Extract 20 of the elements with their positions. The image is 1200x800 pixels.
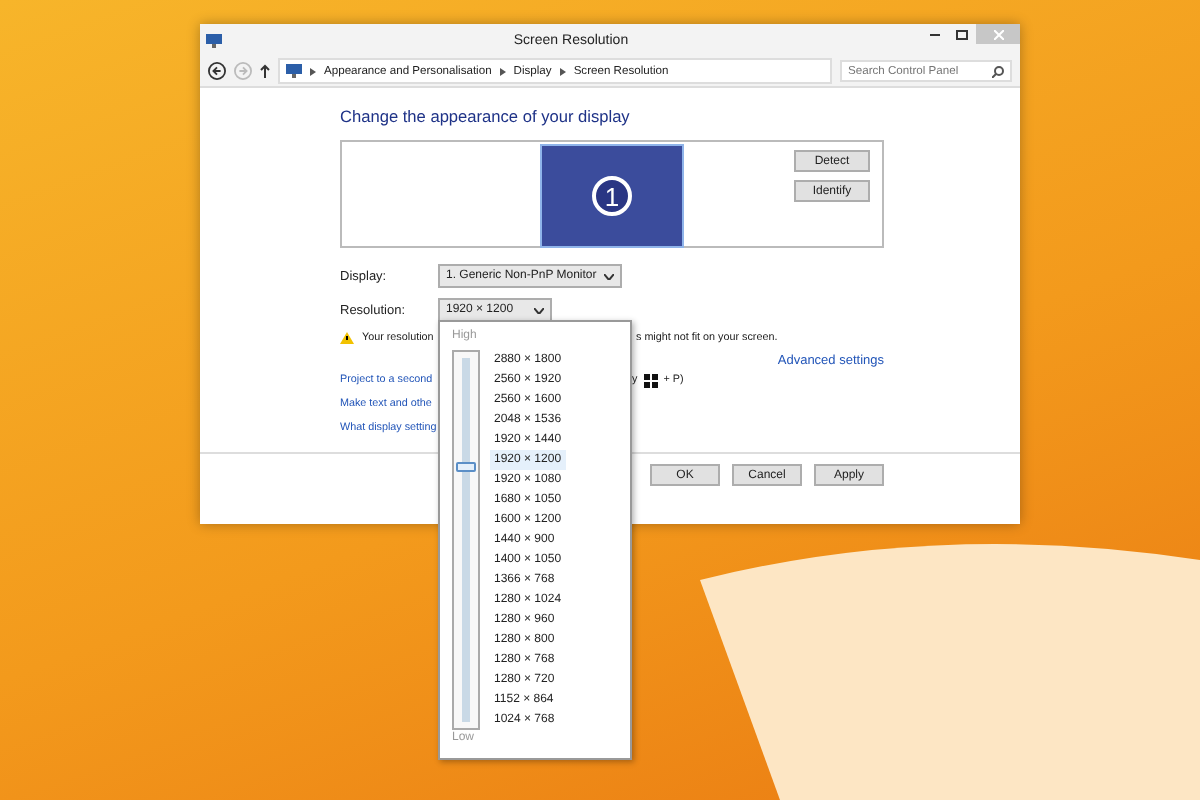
- minimize-icon: [929, 33, 939, 35]
- monitor-number: 1: [592, 176, 632, 216]
- chevron-icon[interactable]: [499, 67, 506, 75]
- chevron-icon[interactable]: [310, 67, 316, 75]
- search-icon: [992, 65, 1004, 77]
- monitor-tile[interactable]: 1: [540, 144, 684, 248]
- control-panel-icon: [286, 64, 302, 78]
- resolution-slider[interactable]: [452, 350, 480, 730]
- windows-logo-icon: [643, 373, 658, 387]
- chevron-icon[interactable]: [559, 67, 566, 75]
- maximize-icon: [956, 29, 968, 39]
- slider-thumb[interactable]: [456, 462, 476, 473]
- back-icon[interactable]: [208, 62, 226, 80]
- page-heading: Change the appearance of your display: [340, 106, 632, 126]
- close-icon: [993, 29, 1003, 39]
- caret-icon: [533, 307, 544, 313]
- monitor-icon: [206, 33, 222, 47]
- up-arrow-icon[interactable]: [260, 64, 270, 78]
- caret-icon: [604, 273, 615, 279]
- warning-icon: [340, 332, 354, 344]
